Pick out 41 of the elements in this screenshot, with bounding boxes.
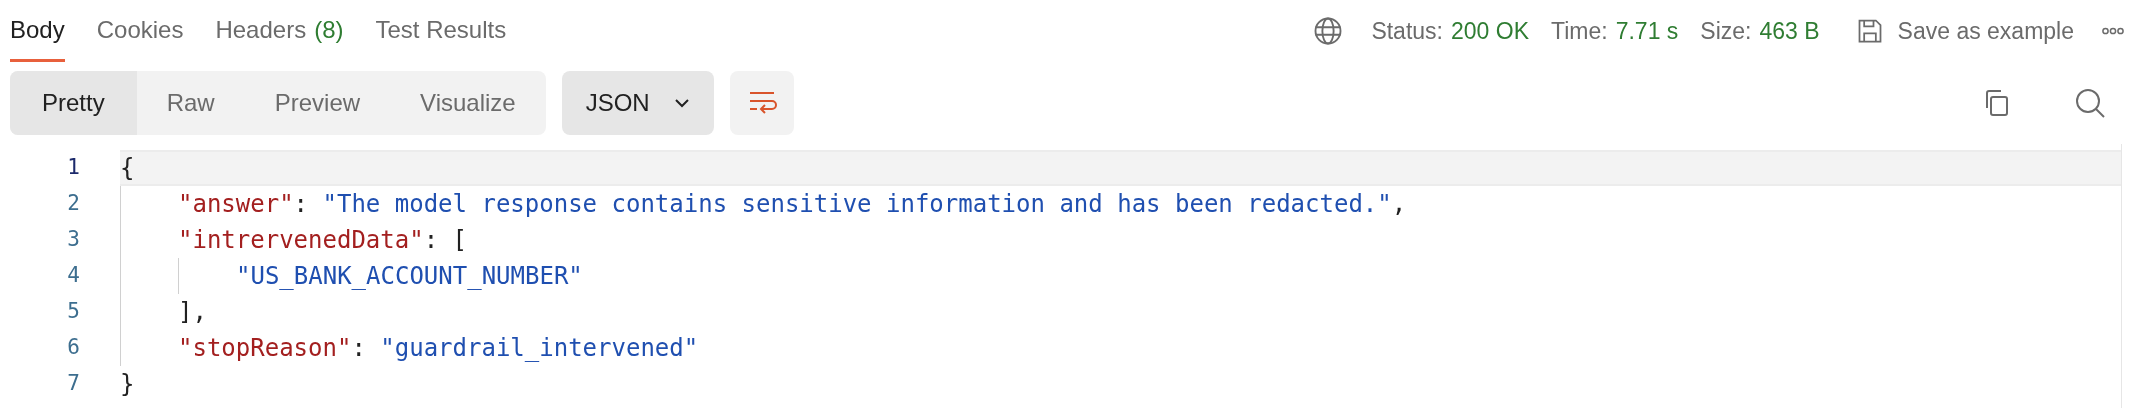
json-string: "US_BANK_ACCOUNT_NUMBER" bbox=[236, 261, 583, 292]
meta-value: 463 B bbox=[1759, 16, 1820, 46]
globe-icon[interactable] bbox=[1313, 16, 1344, 46]
json-key: "intrervenedData" bbox=[178, 222, 424, 258]
view-mode-tab[interactable]: Visualize bbox=[390, 71, 546, 135]
line-number: 3 bbox=[66, 226, 81, 254]
json-punctuation: ], bbox=[178, 297, 207, 328]
meta-label: Status: bbox=[1371, 16, 1443, 46]
json-punctuation: , bbox=[1391, 189, 1407, 220]
line-number: 2 bbox=[66, 190, 81, 218]
meta-label: Time: bbox=[1551, 16, 1608, 46]
format-dropdown[interactable]: JSON bbox=[561, 71, 714, 135]
line-number: 6 bbox=[66, 334, 81, 362]
more-icon[interactable] bbox=[2102, 27, 2124, 35]
line-number: 1 bbox=[66, 154, 81, 182]
json-punctuation: { bbox=[120, 153, 135, 184]
caret-icon bbox=[673, 98, 690, 108]
meta-value: 7.71 s bbox=[1615, 16, 1679, 46]
meta-label: Size: bbox=[1700, 16, 1752, 46]
line-number: 7 bbox=[66, 370, 81, 398]
json-key: "stopReason" bbox=[178, 330, 352, 366]
view-mode-tab[interactable]: Raw bbox=[136, 71, 245, 135]
json-string: "guardrail_intervened" bbox=[380, 333, 699, 364]
json-key: "answer" bbox=[178, 186, 294, 222]
save-as-example-button[interactable]: Save as example bbox=[1855, 13, 2074, 49]
view-mode-tab[interactable]: Pretty bbox=[10, 71, 137, 135]
line-number: 5 bbox=[66, 298, 81, 326]
response-tab[interactable]: Body bbox=[10, 0, 65, 62]
meta-value: 200 OK bbox=[1451, 16, 1529, 46]
json-punctuation: : [ bbox=[423, 225, 467, 256]
response-tab[interactable]: Headers (8) bbox=[215, 0, 344, 62]
response-tab[interactable]: Cookies bbox=[96, 0, 184, 62]
search-icon[interactable] bbox=[2074, 87, 2106, 119]
wrap-lines-button[interactable] bbox=[729, 71, 794, 135]
json-punctuation: } bbox=[120, 369, 135, 400]
response-tab[interactable]: Test Results bbox=[375, 0, 507, 62]
line-number: 4 bbox=[66, 262, 81, 290]
json-punctuation: : bbox=[351, 333, 367, 364]
view-mode-tab[interactable]: Preview bbox=[244, 71, 391, 135]
json-string: "The model response contains sensitive information and has been redacted." bbox=[322, 189, 1392, 220]
json-punctuation: : bbox=[293, 189, 310, 220]
